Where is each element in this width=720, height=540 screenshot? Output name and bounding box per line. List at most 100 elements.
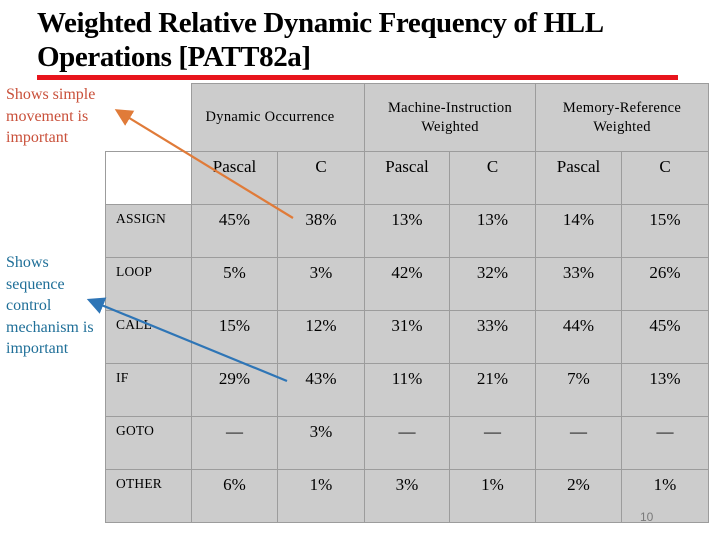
table-cell: 43% [278, 364, 365, 417]
row-label: GOTO [116, 423, 155, 438]
table-cell: — [450, 417, 536, 470]
column-header-label: C [315, 157, 327, 176]
cell-value: — [656, 422, 674, 441]
cell-value: 31% [391, 316, 423, 335]
group-header-line: Dynamic Occurrence [205, 109, 335, 125]
table-cell: 3% [278, 258, 365, 311]
table-cell: 6% [192, 470, 278, 523]
row-label-cell: ASSIGN [106, 205, 192, 258]
cell-value: — [484, 422, 501, 441]
table-cell: 14% [536, 205, 622, 258]
column-header: Pascal [536, 152, 622, 205]
row-label-cell: LOOP [106, 258, 192, 311]
row-label-cell: CALL [106, 311, 192, 364]
column-header: C [450, 152, 536, 205]
cell-value: 45% [218, 210, 251, 229]
cell-value: 33% [476, 316, 509, 335]
note-line: movement is [6, 107, 89, 125]
group-header-line: Weighted [421, 118, 479, 135]
row-label: OTHER [116, 476, 162, 491]
slide-title-line-2: Operations [PATT82a] [37, 41, 311, 73]
table-cell: 33% [450, 311, 536, 364]
table-cell: 1% [278, 470, 365, 523]
cell-value: — [398, 422, 416, 441]
cell-value: 21% [476, 369, 509, 388]
table-cell: 1% [450, 470, 536, 523]
cell-value: 1% [309, 475, 333, 494]
cell-value: 12% [305, 316, 337, 335]
table-cell: 13% [622, 364, 709, 417]
note-sequence-control: Shows sequence control mechanism is impo… [6, 252, 94, 360]
table-cell: 26% [622, 258, 709, 311]
note-line: Shows [6, 254, 49, 271]
group-header-line: Memory-Reference [562, 99, 682, 116]
cell-value: 13% [649, 369, 681, 388]
row-label: IF [116, 370, 129, 385]
column-header-label: Pascal [212, 157, 257, 176]
note-line: Shows simple [6, 86, 96, 103]
row-label-cell: OTHER [106, 470, 192, 523]
cell-value: 1% [481, 475, 504, 494]
table-cell: 1% [622, 470, 709, 523]
cell-value: 29% [218, 369, 251, 388]
table-cell: 32% [450, 258, 536, 311]
cell-value: 5% [223, 263, 246, 282]
table-cell: — [365, 417, 450, 470]
table-cell: 45% [622, 311, 709, 364]
table-cell: 3% [278, 417, 365, 470]
note-line: sequence [6, 275, 65, 293]
cell-value: 32% [476, 263, 509, 282]
column-header-label: Pascal [385, 157, 429, 176]
column-header: C [278, 152, 365, 205]
table-cell: 5% [192, 258, 278, 311]
cell-value: 45% [649, 316, 681, 335]
group-header-label: Machine-Instruction Weighted [388, 99, 512, 137]
table-cell: 21% [450, 364, 536, 417]
row-label: ASSIGN [116, 211, 166, 226]
table-corner-cell [106, 152, 192, 205]
cell-value: 33% [562, 263, 595, 282]
table-cell: 45% [192, 205, 278, 258]
table-cell: 15% [192, 311, 278, 364]
row-label: LOOP [116, 264, 153, 279]
cell-value: 42% [391, 263, 423, 282]
cell-value: 11% [391, 369, 423, 388]
cell-value: 43% [305, 369, 337, 388]
table-cell: 44% [536, 311, 622, 364]
row-label-cell: GOTO [106, 417, 192, 470]
group-header-label: Memory-Reference Weighted [563, 99, 681, 137]
table-cell: 38% [278, 205, 365, 258]
table-cell: 42% [365, 258, 450, 311]
table-cell: — [536, 417, 622, 470]
cell-value: — [226, 422, 243, 441]
column-header: Pascal [365, 152, 450, 205]
cell-value: 13% [391, 210, 423, 229]
note-line: mechanism is [6, 318, 94, 336]
cell-value: 3% [309, 263, 333, 282]
column-header: Pascal [192, 152, 278, 205]
cell-value: 38% [305, 210, 337, 229]
table-cell: — [192, 417, 278, 470]
row-label: CALL [116, 317, 153, 332]
cell-value: — [570, 422, 587, 441]
slide-title: Weighted Relative Dynamic Frequency of H… [37, 6, 697, 74]
group-header: Memory-Reference Weighted [536, 84, 709, 152]
group-header: Dynamic Occurrence [192, 84, 365, 152]
note-line: important [6, 129, 69, 146]
cell-value: 14% [562, 210, 595, 229]
table-cell: 31% [365, 311, 450, 364]
group-header-line: Machine-Instruction [387, 99, 513, 116]
column-header-label: C [659, 157, 671, 176]
table-cell: — [622, 417, 709, 470]
table-cell: 12% [278, 311, 365, 364]
group-header-line: Weighted [593, 118, 651, 135]
group-header-label: Dynamic Occurrence [206, 108, 335, 127]
table-cell: 13% [365, 205, 450, 258]
column-header: C [622, 152, 709, 205]
row-label-cell: IF [106, 364, 192, 417]
group-header: Machine-Instruction Weighted [365, 84, 536, 152]
page-number: 10 [640, 510, 654, 524]
table-cell: 11% [365, 364, 450, 417]
cell-value: 44% [562, 316, 595, 335]
table-cell: 2% [536, 470, 622, 523]
